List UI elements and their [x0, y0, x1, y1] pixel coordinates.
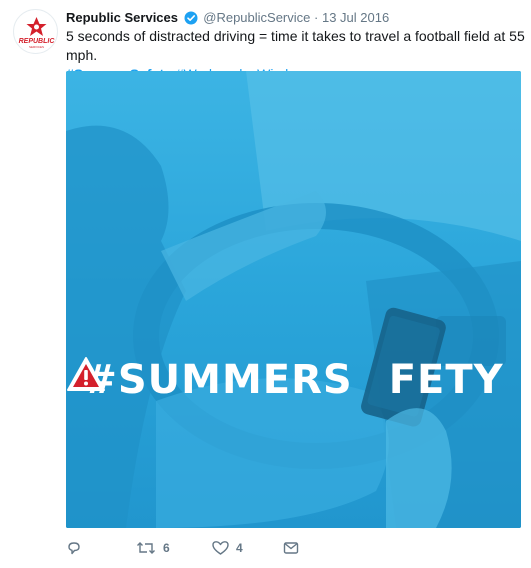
driving-photo	[66, 71, 521, 528]
reply-button[interactable]	[66, 538, 89, 558]
author-handle[interactable]: @RepublicService	[203, 10, 310, 25]
republic-services-logo: REPUBLIC SERVICES	[19, 17, 56, 49]
author-name[interactable]: Republic Services	[66, 10, 178, 25]
overlay-text-start: #SUMMERS	[83, 357, 353, 403]
tweet-actions: 6 4	[66, 538, 521, 558]
reply-icon	[68, 542, 80, 555]
retweet-count: 6	[163, 541, 170, 555]
avatar-logo-text: REPUBLIC	[19, 38, 56, 45]
header-separator: ·	[314, 10, 319, 25]
direct-message-button[interactable]	[283, 538, 299, 558]
tweet-date[interactable]: 13 Jul 2016	[322, 10, 389, 25]
tweet-media-image[interactable]: #SUMMERS FETY	[66, 71, 521, 528]
avatar-logo-subtext: SERVICES	[29, 45, 44, 49]
warning-triangle-icon	[67, 357, 391, 397]
overlay-text-end: FETY	[388, 357, 504, 403]
like-button[interactable]: 4	[212, 538, 243, 558]
retweet-icon	[137, 542, 155, 554]
like-count: 4	[236, 541, 243, 555]
summersafety-overlay-text: #SUMMERS FETY	[66, 356, 521, 404]
retweet-button[interactable]: 6	[136, 538, 170, 558]
tweet-text-line: 5 seconds of distracted driving = time i…	[66, 28, 525, 63]
avatar[interactable]: REPUBLIC SERVICES	[13, 9, 58, 54]
like-icon	[212, 541, 229, 555]
tweet[interactable]: REPUBLIC SERVICES Republic Services @Rep…	[0, 0, 531, 568]
direct-message-icon	[283, 542, 299, 554]
